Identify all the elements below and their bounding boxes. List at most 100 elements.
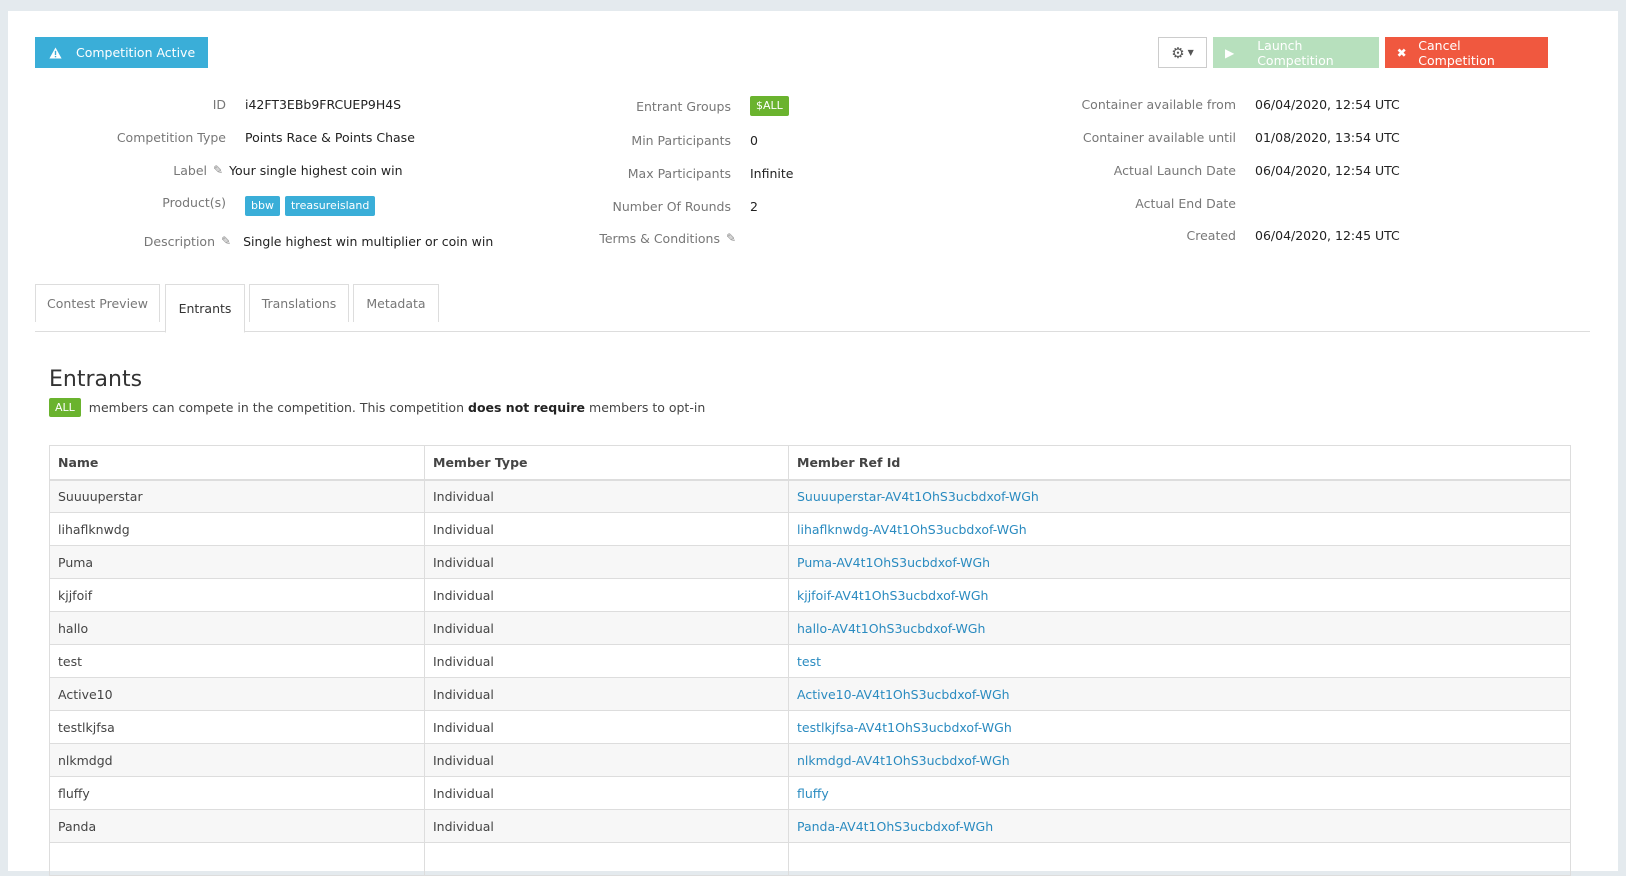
table-row: Puma Individual Puma-AV4t1OhS3ucbdxof-WGh [49, 545, 1571, 579]
table-row: nlkmdgd Individual nlkmdgd-AV4t1OhS3ucbdxo… [49, 743, 1571, 777]
detail-entrant-groups: Entrant Groups $ALL [548, 96, 789, 116]
detail-available-from: Container available from 06/04/2020, 12:… [1048, 96, 1400, 112]
member-ref-id-cell [788, 842, 1571, 876]
entrant-name-cell: Active10 [49, 677, 425, 711]
entrant-name-cell: testlkjfsa [49, 710, 425, 744]
available-from-value: 06/04/2020, 12:54 UTC [1255, 96, 1400, 112]
member-ref-id-link[interactable]: test [797, 654, 821, 669]
cancel-competition-label: Cancel Competition [1418, 37, 1495, 68]
entrants-desc-bold: does not require [468, 400, 586, 416]
entrant-name-cell: nlkmdgd [49, 743, 425, 777]
detail-min-participants: Min Participants 0 [548, 132, 758, 148]
settings-dropdown-button[interactable]: ⚙ ▼ [1158, 37, 1207, 68]
cancel-competition-button[interactable]: ✖ Cancel Competition [1385, 37, 1548, 68]
member-ref-id-cell: testlkjfsa-AV4t1OhS3ucbdxof-WGh [788, 710, 1571, 744]
detail-created: Created 06/04/2020, 12:45 UTC [1048, 227, 1400, 243]
caret-down-icon: ▼ [1187, 48, 1194, 57]
detail-label: Number Of Rounds [612, 198, 731, 214]
detail-products: Product(s) bbw treasureisland [35, 195, 380, 217]
table-row: test Individual test [49, 644, 1571, 678]
member-ref-id-cell: Suuuuperstar-AV4t1OhS3ucbdxof-WGh [788, 479, 1571, 513]
edit-label-icon[interactable]: ✎ [213, 163, 223, 177]
entrant-name-cell: test [49, 644, 425, 678]
member-type-cell: Individual [424, 578, 789, 612]
member-ref-id-link[interactable]: nlkmdgd-AV4t1OhS3ucbdxof-WGh [797, 753, 1010, 768]
table-row: Panda Individual Panda-AV4t1OhS3ucbdxof-WG… [49, 809, 1571, 843]
competition-type-value: Points Race & Points Chase [245, 129, 415, 145]
member-ref-id-link[interactable]: Puma-AV4t1OhS3ucbdxof-WGh [797, 555, 990, 570]
member-ref-id-cell: lihaflknwdg-AV4t1OhS3ucbdxof-WGh [788, 512, 1571, 546]
detail-label: Max Participants [627, 165, 731, 181]
entrant-name-cell: kjjfoif [49, 578, 425, 612]
detail-number-of-rounds: Number Of Rounds 2 [548, 198, 758, 214]
member-ref-id-link[interactable]: lihaflknwdg-AV4t1OhS3ucbdxof-WGh [797, 522, 1027, 537]
tab-translations[interactable]: Translations [249, 284, 349, 322]
entrant-name-cell: Puma [49, 545, 425, 579]
member-ref-id-link[interactable]: fluffy [797, 786, 829, 801]
competition-status-button[interactable]: Competition Active [35, 37, 209, 68]
entrants-table: Name Member Type Member Ref Id Suuuupers… [49, 445, 1571, 876]
launch-competition-button[interactable]: ▶ Launch Competition [1213, 37, 1379, 68]
detail-label: Actual End Date [1135, 195, 1236, 211]
detail-actual-launch: Actual Launch Date 06/04/2020, 12:54 UTC [1048, 162, 1400, 178]
tab-contest-preview[interactable]: Contest Preview [35, 284, 160, 322]
member-ref-id-cell: Active10-AV4t1OhS3ucbdxof-WGh [788, 677, 1571, 711]
competition-page: Competition Active ⚙ ▼ ▶ Launch Competiti… [8, 11, 1618, 876]
detail-label: Actual Launch Date [1113, 162, 1236, 178]
member-ref-id-cell: Panda-AV4t1OhS3ucbdxof-WGh [788, 809, 1571, 843]
competition-id: i42FT3EBb9FRCUEP9H4S [245, 96, 402, 112]
member-type-cell: Individual [424, 545, 789, 579]
member-ref-id-cell: hallo-AV4t1OhS3ucbdxof-WGh [788, 611, 1571, 645]
column-header-member-ref-id[interactable]: Member Ref Id [788, 445, 1571, 481]
member-type-cell: Individual [424, 809, 789, 843]
detail-label: Container available until [1082, 129, 1236, 145]
member-ref-id-cell: test [788, 644, 1571, 678]
label-value: Your single highest coin win [229, 162, 403, 178]
detail-label: Label [173, 162, 207, 178]
min-participants-value: 0 [750, 132, 758, 148]
member-type-cell: Individual [424, 611, 789, 645]
play-icon: ▶ [1225, 45, 1235, 60]
table-row: kjjfoif Individual kjjfoif-AV4t1OhS3ucbdxo… [49, 578, 1571, 612]
detail-label: Container available from [1081, 96, 1236, 112]
tab-entrants[interactable]: Entrants [165, 284, 245, 333]
description-value: Single highest win multiplier or coin wi… [243, 233, 494, 249]
detail-max-participants: Max Participants Infinite [548, 165, 794, 181]
member-ref-id-link[interactable]: Panda-AV4t1OhS3ucbdxof-WGh [797, 819, 993, 834]
member-ref-id-link[interactable]: kjjfoif-AV4t1OhS3ucbdxof-WGh [797, 588, 988, 603]
product-badge: bbw [245, 196, 280, 216]
member-type-cell: Individual [424, 677, 789, 711]
member-ref-id-link[interactable]: Active10-AV4t1OhS3ucbdxof-WGh [797, 687, 1010, 702]
detail-label-row: Label ✎ Your single highest coin win [35, 162, 403, 178]
tab-metadata[interactable]: Metadata [353, 284, 439, 322]
member-ref-id-cell: Puma-AV4t1OhS3ucbdxof-WGh [788, 545, 1571, 579]
member-ref-id-link[interactable]: Suuuuperstar-AV4t1OhS3ucbdxof-WGh [797, 489, 1039, 504]
tab-bar: Contest Preview Entrants Translations Me… [35, 284, 1590, 333]
detail-id: ID i42FT3EBb9FRCUEP9H4S [35, 96, 402, 112]
table-row: testlkjfsa Individual testlkjfsa-AV4t1OhS3… [49, 710, 1571, 744]
detail-label: ID [212, 96, 226, 112]
entrants-description: ALL members can compete in the competiti… [49, 398, 705, 418]
member-ref-id-link[interactable]: testlkjfsa-AV4t1OhS3ucbdxof-WGh [797, 720, 1012, 735]
detail-label: Description [143, 233, 215, 249]
entrant-group-badge: $ALL [750, 96, 789, 116]
edit-description-icon[interactable]: ✎ [221, 234, 231, 248]
member-type-cell: Individual [424, 479, 789, 513]
detail-terms-conditions: Terms & Conditions ✎ [548, 231, 736, 246]
column-header-member-type[interactable]: Member Type [424, 445, 789, 481]
member-ref-id-link[interactable]: hallo-AV4t1OhS3ucbdxof-WGh [797, 621, 985, 636]
available-until-value: 01/08/2020, 13:54 UTC [1255, 129, 1400, 145]
entrant-name-cell: Suuuuperstar [49, 479, 425, 513]
member-ref-id-cell: fluffy [788, 776, 1571, 810]
table-row: Active10 Individual Active10-AV4t1OhS3ucbd… [49, 677, 1571, 711]
table-row: Suuuuperstar Individual Suuuuperstar-AV4t1… [49, 479, 1571, 513]
edit-terms-icon[interactable]: ✎ [726, 231, 736, 245]
product-badge: treasureisland [284, 196, 376, 216]
detail-description: Description ✎ Single highest win multipl… [35, 233, 494, 249]
member-ref-id-cell: kjjfoif-AV4t1OhS3ucbdxof-WGh [788, 578, 1571, 612]
entrants-desc-text: members can compete in the competition. … [88, 400, 465, 416]
gear-icon: ⚙ [1171, 43, 1185, 62]
created-value: 06/04/2020, 12:45 UTC [1255, 227, 1400, 243]
column-header-name[interactable]: Name [49, 445, 425, 481]
table-row: fluffy Individual fluffy [49, 776, 1571, 810]
